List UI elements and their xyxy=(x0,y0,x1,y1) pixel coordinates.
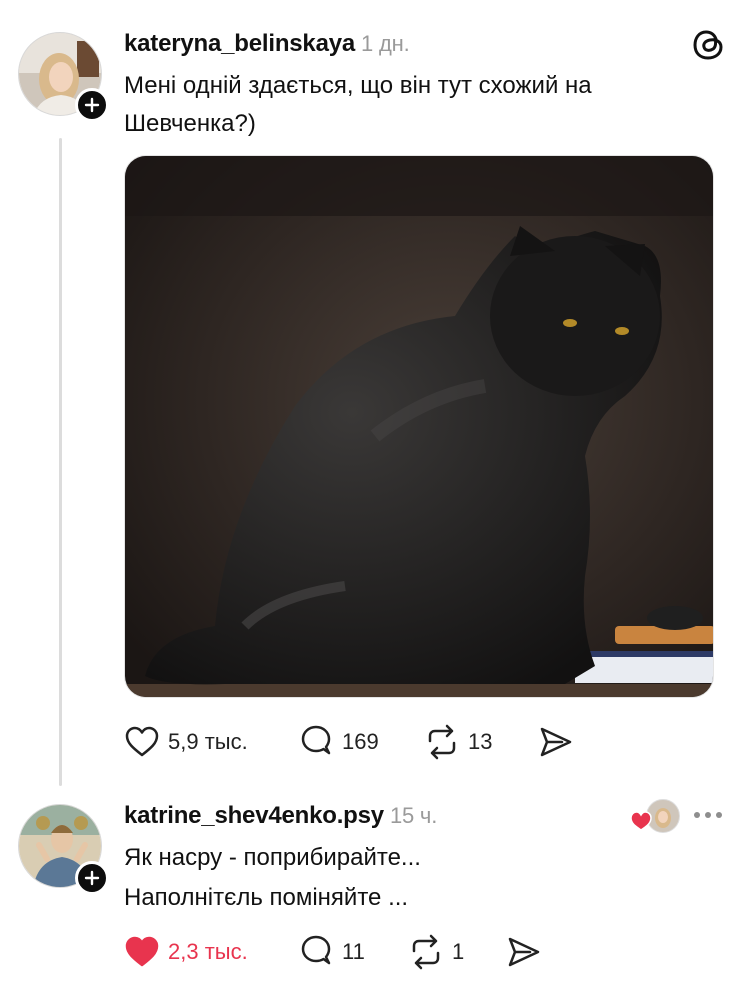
reply-button[interactable]: 169 xyxy=(298,724,379,760)
plus-icon xyxy=(84,97,100,113)
reply-text-line-1: Як насру - поприбирайте... xyxy=(124,844,421,871)
reply-count: 169 xyxy=(342,729,379,754)
like-count: 5,9 тыс. xyxy=(168,729,248,754)
comment-icon xyxy=(301,725,331,755)
share-icon xyxy=(540,727,572,757)
reply-header: katrine_shev4enko.psy 15 ч. xyxy=(124,802,437,830)
repost-count: 13 xyxy=(468,729,493,754)
more-icon[interactable] xyxy=(694,812,722,818)
post-image[interactable] xyxy=(124,155,714,698)
reply-repost-count: 1 xyxy=(452,939,465,964)
reply-repost-button[interactable]: 1 xyxy=(408,934,464,970)
comment-icon xyxy=(301,935,331,965)
plus-icon xyxy=(84,870,100,886)
reply-like-count: 2,3 тыс. xyxy=(168,939,248,964)
heart-icon xyxy=(125,936,159,967)
reply-share-button[interactable] xyxy=(506,934,542,970)
post-header: kateryna_belinskaya 1 дн. xyxy=(124,30,410,58)
post-timestamp: 1 дн. xyxy=(361,31,410,56)
share-icon xyxy=(508,937,540,967)
author-liked-indicator xyxy=(630,799,680,833)
post-username[interactable]: kateryna_belinskaya xyxy=(124,30,355,57)
reply-reply-button[interactable]: 11 xyxy=(298,934,365,970)
reply-text-line-2: Наполнітєль поміняйте ... xyxy=(124,884,409,911)
repost-icon xyxy=(412,934,440,970)
reply-like-button[interactable]: 2,3 тыс. xyxy=(124,934,248,970)
follow-plus-button[interactable] xyxy=(75,88,109,122)
like-button[interactable]: 5,9 тыс. xyxy=(124,724,248,760)
reply-timestamp: 15 ч. xyxy=(389,803,438,828)
reply-reply-count: 11 xyxy=(342,939,365,964)
post-text: Мені одній здається, що він тут схожий н… xyxy=(124,72,592,137)
repost-icon xyxy=(428,724,456,760)
repost-button[interactable]: 13 xyxy=(424,724,492,760)
follow-plus-button[interactable] xyxy=(75,861,109,895)
share-button[interactable] xyxy=(538,724,574,760)
reply-username[interactable]: katrine_shev4enko.psy xyxy=(124,802,384,829)
thread-connector-line xyxy=(59,138,62,786)
threads-logo-icon[interactable] xyxy=(690,26,728,69)
heart-icon xyxy=(630,811,652,831)
black-cat-photo xyxy=(125,156,713,697)
heart-icon xyxy=(125,726,159,757)
